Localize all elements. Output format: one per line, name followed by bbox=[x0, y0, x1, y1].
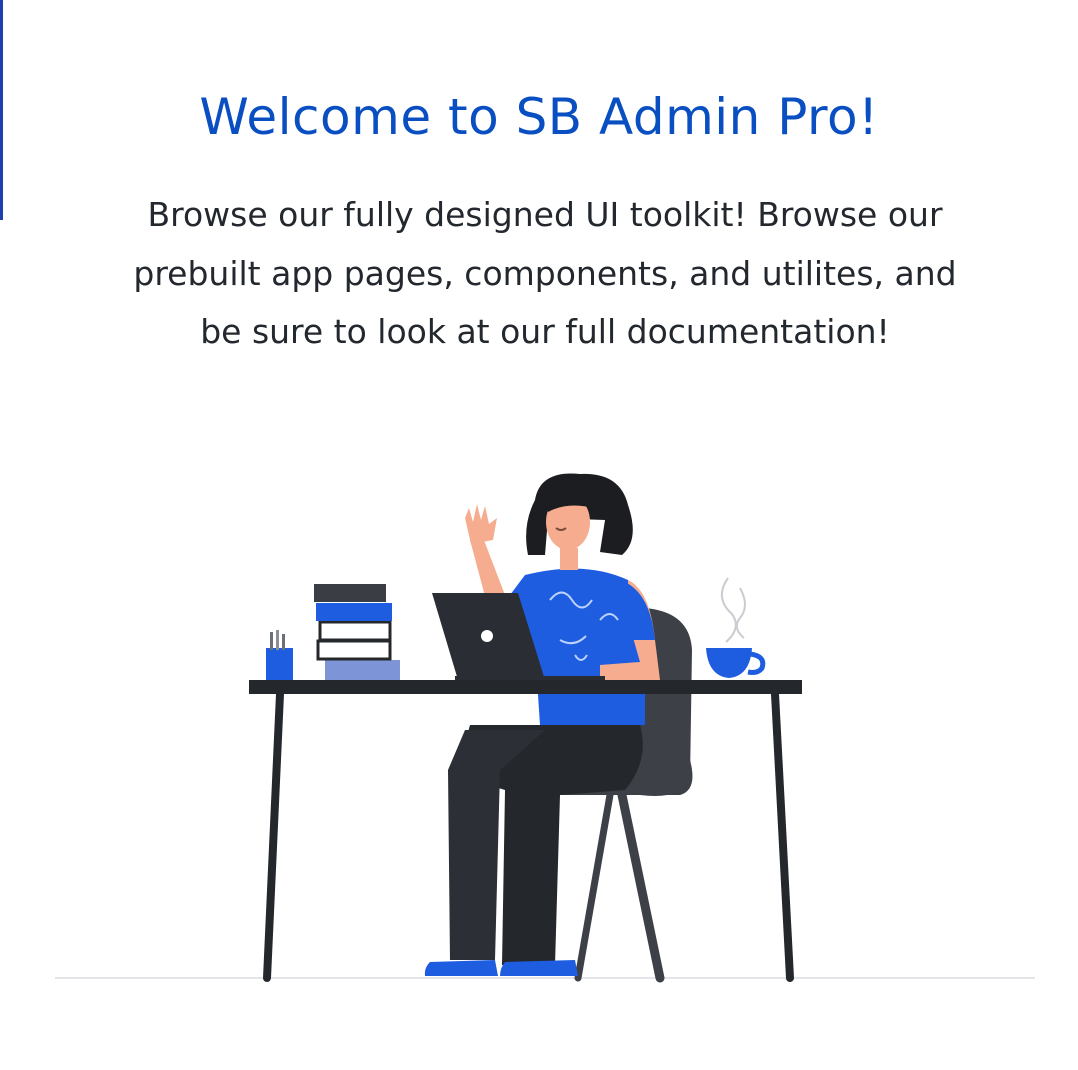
head-illustration bbox=[526, 473, 633, 555]
welcome-description: Browse our fully designed UI toolkit! Br… bbox=[133, 195, 957, 351]
welcome-card: Welcome to SB Admin Pro! Browse our full… bbox=[0, 0, 1078, 1070]
pants-illustration bbox=[448, 725, 643, 965]
hand-illustration bbox=[465, 504, 497, 544]
right-shoe bbox=[500, 960, 578, 976]
left-shoe bbox=[424, 960, 498, 976]
books-stack bbox=[314, 584, 400, 680]
pencil-cup-icon bbox=[266, 630, 293, 680]
welcome-title: Welcome to SB Admin Pro! bbox=[199, 88, 879, 146]
coffee-cup-icon bbox=[706, 577, 766, 678]
illustration-woman-at-desk bbox=[55, 473, 1035, 983]
